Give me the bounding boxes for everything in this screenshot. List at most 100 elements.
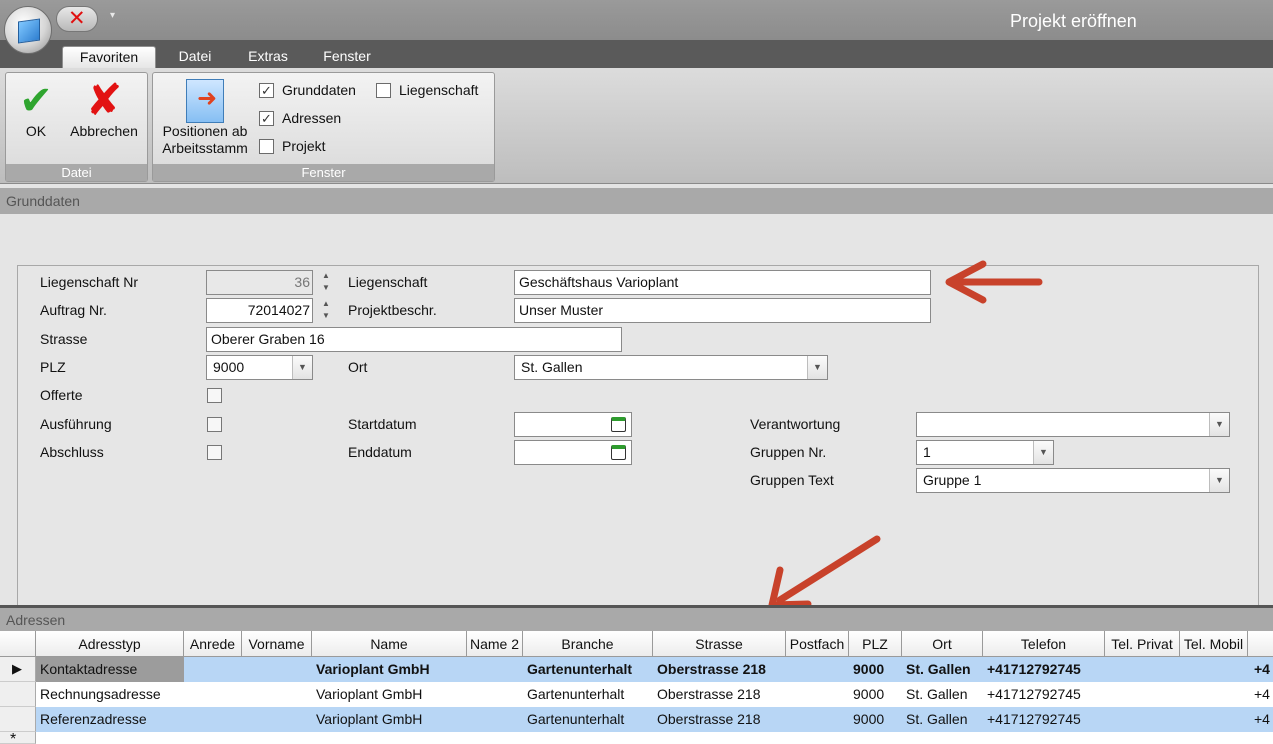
- positions-label-2: Arbeitsstamm: [162, 140, 248, 156]
- col-strasse[interactable]: Strasse: [653, 631, 786, 657]
- tab-datei[interactable]: Datei: [170, 46, 220, 68]
- cell-adresstyp[interactable]: Referenzadresse: [36, 707, 184, 732]
- cell-telefon[interactable]: +41712792745: [983, 657, 1105, 682]
- cell-ort[interactable]: St. Gallen: [902, 682, 983, 707]
- col-anrede[interactable]: Anrede: [184, 631, 242, 657]
- grid-header: Adresstyp Anrede Vorname Name Name 2 Bra…: [0, 631, 1273, 657]
- qat-dropdown-icon[interactable]: ▾: [110, 10, 115, 21]
- chevron-down-icon[interactable]: ▼: [1209, 413, 1229, 436]
- new-row-asterisk-icon: *: [10, 731, 17, 744]
- cell-ort[interactable]: St. Gallen: [902, 657, 983, 682]
- gruppen-text-combo[interactable]: Gruppe 1 ▼: [916, 468, 1230, 493]
- col-adresstyp[interactable]: Adresstyp: [36, 631, 184, 657]
- checkbox-unchecked-icon[interactable]: [259, 138, 274, 154]
- cell-branche[interactable]: Gartenunterhalt: [523, 682, 653, 707]
- cell-branche[interactable]: Gartenunterhalt: [523, 657, 653, 682]
- ok-button[interactable]: ✔ OK: [14, 79, 58, 140]
- tab-extras[interactable]: Extras: [240, 46, 296, 68]
- chevron-down-icon[interactable]: ▼: [807, 356, 827, 379]
- chevron-down-icon[interactable]: ▼: [1209, 469, 1229, 492]
- ausfuehrung-checkbox[interactable]: [207, 417, 222, 432]
- cell-strasse[interactable]: Oberstrasse 218: [653, 657, 786, 682]
- spin-up-icon[interactable]: ▲: [315, 270, 337, 282]
- col-name[interactable]: Name: [312, 631, 467, 657]
- checkbox-checked-icon[interactable]: ✓: [259, 110, 274, 126]
- cell-overflow[interactable]: +4: [1250, 682, 1273, 707]
- auftrag-nr-spinner[interactable]: ▲ ▼: [315, 298, 337, 323]
- positions-label-1: Positionen ab: [162, 123, 248, 139]
- plz-combo[interactable]: 9000 ▼: [206, 355, 313, 380]
- label-startdatum: Startdatum: [348, 416, 417, 432]
- col-ort[interactable]: Ort: [902, 631, 983, 657]
- cell-name[interactable]: Varioplant GmbH: [312, 707, 467, 732]
- row-selector[interactable]: *: [0, 731, 36, 744]
- checkbox-adressen[interactable]: ✓ Adressen: [259, 109, 341, 127]
- cell-ort[interactable]: St. Gallen: [902, 707, 983, 732]
- col-tel-mobil[interactable]: Tel. Mobil: [1180, 631, 1248, 657]
- liegenschaft-nr-field[interactable]: 36: [206, 270, 313, 295]
- label-abschluss: Abschluss: [40, 444, 104, 460]
- cell-adresstyp[interactable]: Kontaktadresse: [36, 657, 184, 682]
- ribbon-tab-bar: Favoriten Datei Extras Fenster: [0, 40, 1273, 68]
- cell-adresstyp[interactable]: Rechnungsadresse: [36, 682, 184, 707]
- cancel-button[interactable]: ✘ Abbrechen: [64, 79, 144, 140]
- cell-strasse[interactable]: Oberstrasse 218: [653, 682, 786, 707]
- row-selector[interactable]: [0, 682, 36, 707]
- checkbox-grunddaten[interactable]: ✓ Grunddaten: [259, 81, 356, 99]
- liegenschaft-field[interactable]: Geschäftshaus Varioplant: [514, 270, 931, 295]
- spin-down-icon[interactable]: ▼: [315, 310, 337, 322]
- col-plz[interactable]: PLZ: [849, 631, 902, 657]
- cell-branche[interactable]: Gartenunterhalt: [523, 707, 653, 732]
- cell-strasse[interactable]: Oberstrasse 218: [653, 707, 786, 732]
- offerte-checkbox[interactable]: [207, 388, 222, 403]
- cell-plz[interactable]: 9000: [849, 657, 902, 682]
- projektbeschr-field[interactable]: Unser Muster: [514, 298, 931, 323]
- liegenschaft-nr-spinner[interactable]: ▲ ▼: [315, 270, 337, 295]
- cell-plz[interactable]: 9000: [849, 707, 902, 732]
- cell-overflow[interactable]: +4: [1250, 657, 1273, 682]
- col-tel-privat[interactable]: Tel. Privat: [1105, 631, 1180, 657]
- chevron-down-icon[interactable]: ▼: [1033, 441, 1053, 464]
- table-row[interactable]: Referenzadresse Varioplant GmbH Gartenun…: [0, 707, 1273, 732]
- tab-favoriten[interactable]: Favoriten: [62, 46, 156, 68]
- row-selector[interactable]: [0, 707, 36, 732]
- enddatum-field[interactable]: [514, 440, 632, 465]
- checkbox-checked-icon[interactable]: ✓: [259, 82, 274, 98]
- strasse-field[interactable]: Oberer Graben 16: [206, 327, 622, 352]
- col-telefon[interactable]: Telefon: [983, 631, 1105, 657]
- checkbox-projekt[interactable]: Projekt: [259, 137, 326, 155]
- cell-overflow[interactable]: +4: [1250, 707, 1273, 732]
- checkbox-unchecked-icon[interactable]: [376, 82, 391, 98]
- checkbox-grunddaten-label: Grunddaten: [282, 82, 356, 98]
- gruppen-nr-combo[interactable]: 1 ▼: [916, 440, 1054, 465]
- cell-name[interactable]: Varioplant GmbH: [312, 682, 467, 707]
- close-icon[interactable]: ✕: [68, 8, 86, 30]
- new-row[interactable]: *: [0, 731, 1273, 744]
- col-vorname[interactable]: Vorname: [242, 631, 312, 657]
- cell-plz[interactable]: 9000: [849, 682, 902, 707]
- ort-combo[interactable]: St. Gallen ▼: [514, 355, 828, 380]
- cancel-label: Abbrechen: [70, 123, 138, 139]
- auftrag-nr-field[interactable]: 72014027: [206, 298, 313, 323]
- startdatum-field[interactable]: [514, 412, 632, 437]
- abschluss-checkbox[interactable]: [207, 445, 222, 460]
- cell-telefon[interactable]: +41712792745: [983, 707, 1105, 732]
- col-name2[interactable]: Name 2: [467, 631, 523, 657]
- cell-telefon[interactable]: +41712792745: [983, 682, 1105, 707]
- col-postfach[interactable]: Postfach: [786, 631, 849, 657]
- checkbox-liegenschaft[interactable]: Liegenschaft: [376, 81, 478, 99]
- table-row[interactable]: ▶ Kontaktadresse Varioplant GmbH Gartenu…: [0, 657, 1273, 682]
- chevron-down-icon[interactable]: ▼: [292, 356, 312, 379]
- cell-name[interactable]: Varioplant GmbH: [312, 657, 467, 682]
- row-selector[interactable]: ▶: [0, 657, 36, 682]
- col-branche[interactable]: Branche: [523, 631, 653, 657]
- positions-button[interactable]: Positionen ab Arbeitsstamm: [157, 79, 253, 157]
- tab-fenster[interactable]: Fenster: [314, 46, 380, 68]
- table-row[interactable]: Rechnungsadresse Varioplant GmbH Gartenu…: [0, 682, 1273, 707]
- spin-down-icon[interactable]: ▼: [315, 282, 337, 294]
- spin-up-icon[interactable]: ▲: [315, 298, 337, 310]
- calendar-icon[interactable]: [611, 445, 626, 460]
- verantwortung-combo[interactable]: ▼: [916, 412, 1230, 437]
- calendar-icon[interactable]: [611, 417, 626, 432]
- application-menu-button[interactable]: [4, 6, 52, 54]
